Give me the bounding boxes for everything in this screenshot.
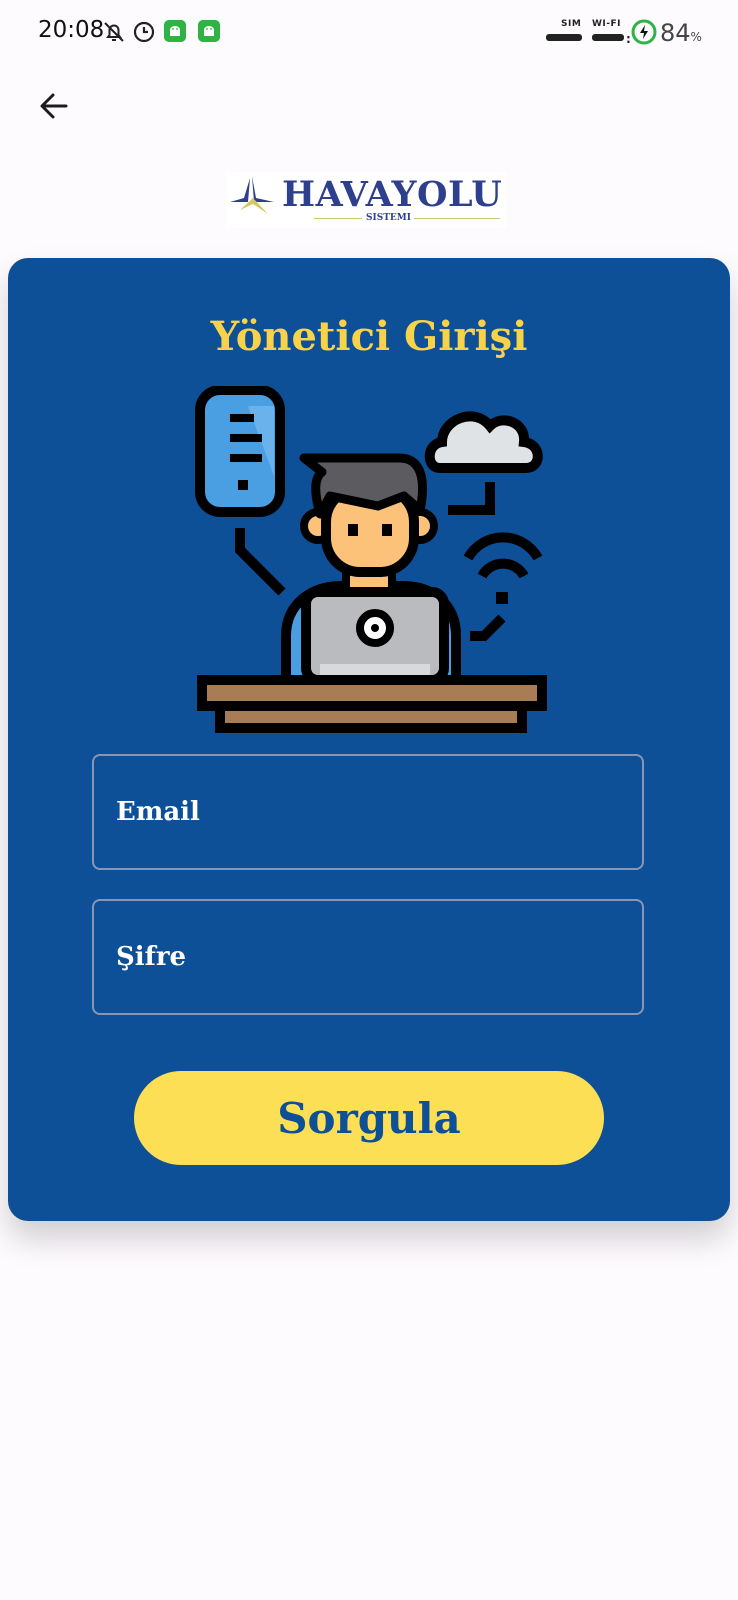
sim-label: SIM <box>561 19 582 29</box>
logo-subtitle: SISTEMI <box>366 213 411 223</box>
submit-button[interactable]: Sorgula <box>134 1071 604 1165</box>
email-input[interactable] <box>94 756 642 868</box>
password-field[interactable] <box>92 899 644 1015</box>
status-bar: 20:08 SIM WI-FI : 84% <box>0 0 738 64</box>
app-logo: HAVAYOLU SISTEMI <box>226 172 506 228</box>
admin-login-card: Yönetici Girişi Email Sorgula <box>8 258 730 1221</box>
airplane-logo-icon <box>230 176 274 214</box>
back-button[interactable] <box>30 82 78 130</box>
password-input[interactable] <box>94 901 642 1013</box>
card-title: Yönetici Girişi <box>210 313 528 360</box>
logo-divider <box>414 218 500 219</box>
bell-off-icon <box>104 22 124 42</box>
admin-working-illustration <box>195 386 547 733</box>
sim-signal-icon <box>546 34 582 41</box>
android-notification-icon <box>198 20 220 42</box>
logo-title: HAVAYOLU <box>282 174 503 215</box>
alarm-clock-icon <box>133 21 155 43</box>
wifi-signal-icon <box>592 34 624 41</box>
status-time: 20:08 <box>38 17 105 43</box>
battery-percent: 84% <box>660 19 702 47</box>
battery-charging-icon <box>631 19 657 45</box>
android-notification-icon <box>164 20 186 42</box>
arrow-left-icon <box>40 93 68 119</box>
logo-divider <box>314 218 362 219</box>
email-field[interactable] <box>92 754 644 870</box>
wifi-label: WI-FI <box>592 19 622 29</box>
